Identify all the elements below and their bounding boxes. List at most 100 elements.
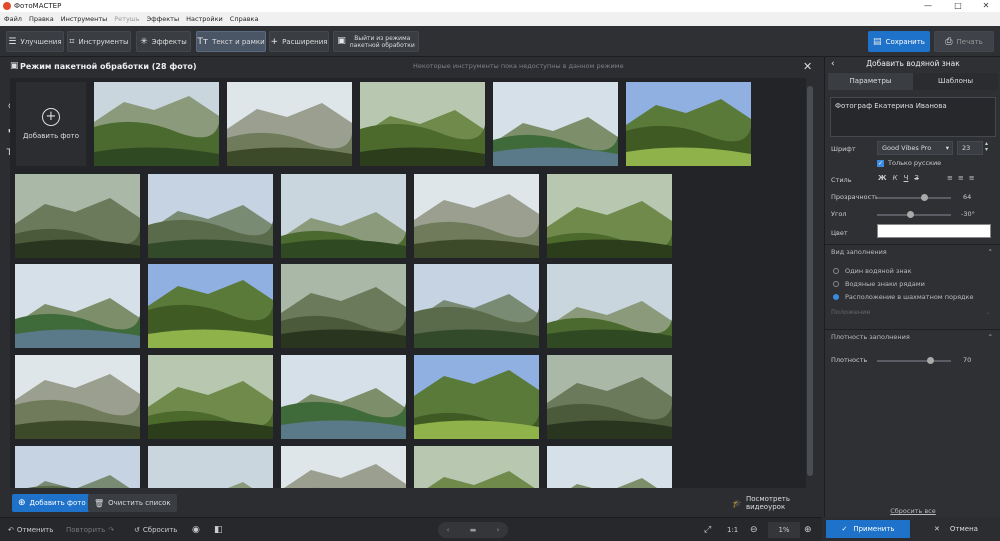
photo-thumbnail[interactable] [493,82,618,166]
size-stepper-icon[interactable]: ▴ ▾ [985,141,988,153]
dropdown-icon: ▾ [945,144,949,152]
batch-notice: Некоторые инструменты пока недоступны в … [413,62,624,70]
app-logo-icon [3,2,11,10]
align-right-icon[interactable]: ≡ [969,174,975,182]
scroll-thumb[interactable] [807,86,813,476]
extensions-tab-button[interactable]: + Расширения [269,31,329,52]
effects-tab-button[interactable]: ✳ Эффекты [136,31,191,52]
angle-slider[interactable] [877,211,951,218]
photo-thumbnail[interactable] [15,355,140,439]
menu-retouch[interactable]: Ретушь [114,15,139,23]
preview-eye-icon[interactable]: ◉ [192,522,200,538]
color-swatch[interactable] [877,224,991,238]
bold-icon[interactable]: Ж [878,174,887,182]
density-section-header[interactable]: Плотность заполнения ⌃ [825,329,1000,344]
photo-thumbnail[interactable] [94,82,219,166]
actual-size-button[interactable]: 1:1 [727,522,738,538]
undo-button[interactable]: ↶ Отменить [8,522,53,538]
next-icon[interactable]: › [497,526,500,534]
close-window-button[interactable]: ✕ [972,0,1000,12]
photo-thumbnail[interactable] [148,264,273,348]
photo-thumbnail[interactable] [626,82,751,166]
only-russian-checkbox[interactable]: ✓ Только русские [877,159,941,167]
photo-thumbnail[interactable] [281,355,406,439]
photo-thumbnail[interactable] [15,446,140,488]
fill-single-radio[interactable]: Один водяной знак [833,267,912,275]
photo-thumbnail[interactable] [15,174,140,258]
back-icon[interactable]: ‹ [831,57,835,71]
photo-thumbnail[interactable] [547,446,672,488]
fit-screen-icon[interactable]: ⤢ [704,522,711,538]
photo-thumbnail[interactable] [360,82,485,166]
fill-rows-radio[interactable]: Водяные знаки рядами [833,280,925,288]
photo-thumbnail[interactable] [547,264,672,348]
photo-thumbnail[interactable] [281,264,406,348]
clear-list-button[interactable]: 🗑 Очистить список [88,494,177,512]
fill-checker-radio[interactable]: Расположение в шахматном порядке [833,293,973,301]
watch-video-button[interactable]: 🎓 Посмотреть видеоурок [726,494,820,512]
folder-icon[interactable]: ▬ [470,526,477,534]
watermark-text-input[interactable]: Фотограф Екатерина Иванова [830,97,996,137]
zoom-value[interactable]: 1% [768,522,800,538]
photo-thumbnail[interactable] [547,174,672,258]
menu-tools[interactable]: Инструменты [61,15,108,23]
strike-icon[interactable]: З [914,174,919,182]
minimize-button[interactable]: — [914,0,942,12]
photo-thumbnail[interactable] [148,355,273,439]
underline-icon[interactable]: Ч [904,174,909,182]
tools-tab-button[interactable]: ⌗ Инструменты [67,31,131,52]
photo-thumbnail[interactable] [547,355,672,439]
font-select[interactable]: Good Vibes Pro ▾ [877,141,953,155]
redo-button[interactable]: Повторить ↷ [66,522,114,538]
exit-batch-button[interactable]: ▣ Выйти из режима пакетной обработки [333,31,419,52]
tab-templates[interactable]: Шаблоны [913,73,998,90]
photo-thumbnail[interactable] [414,174,539,258]
print-button[interactable]: ⎙ Печать [934,31,994,52]
opacity-knob[interactable] [921,194,928,201]
photo-thumbnail[interactable] [414,355,539,439]
photo-thumbnail[interactable] [15,264,140,348]
font-size-field[interactable]: 23 [957,141,983,155]
zoom-out-icon[interactable]: ⊖ [750,522,758,538]
angle-knob[interactable] [907,211,914,218]
menu-edit[interactable]: Правка [29,15,54,23]
photo-thumbnail[interactable] [414,264,539,348]
tab-params[interactable]: Параметры [828,73,913,90]
menu-file[interactable]: Файл [4,15,22,23]
maximize-button[interactable]: □ [944,0,972,12]
photo-thumbnail[interactable] [148,174,273,258]
grid-scrollbar[interactable] [806,78,814,488]
apply-button[interactable]: ✓ Применить [826,520,910,538]
menu-help[interactable]: Справка [230,15,259,23]
photo-thumbnail[interactable] [227,82,352,166]
photo-thumbnail[interactable] [281,174,406,258]
density-knob[interactable] [927,357,934,364]
photo-thumbnail[interactable] [148,446,273,488]
reset-button[interactable]: ↺ Сбросить [134,522,177,538]
compare-icon[interactable]: ◧ [214,522,223,538]
add-photo-button[interactable]: ⊕ Добавить фото [12,494,92,512]
menu-settings[interactable]: Настройки [186,15,223,23]
photo-thumbnail[interactable] [414,446,539,488]
fill-section-header[interactable]: Вид заполнения ⌃ [825,244,1000,259]
cancel-button[interactable]: ✕ Отмена [914,520,998,538]
zoom-in-icon[interactable]: ⊕ [804,522,812,538]
add-circle-icon: ⊕ [18,498,26,508]
reset-icon: ↺ [134,526,140,534]
density-slider[interactable] [877,357,951,364]
improve-tab-button[interactable]: ☰ Улучшения [6,31,64,52]
save-button[interactable]: ▤ Сохранить [868,31,930,52]
radio-selected-icon [833,294,839,300]
add-photo-tile[interactable]: + Добавить фото [16,82,86,166]
align-center-icon[interactable]: ≡ [958,174,964,182]
text-frames-tab-button[interactable]: Tт Текст и рамки [196,31,266,52]
opacity-slider[interactable] [877,194,951,201]
photo-thumbnail[interactable] [281,446,406,488]
panel-tabs: Параметры Шаблоны [828,73,998,90]
close-batch-icon[interactable]: ✕ [803,60,812,73]
prev-icon[interactable]: ‹ [447,526,450,534]
align-left-icon[interactable]: ≡ [947,174,953,182]
menu-effects[interactable]: Эффекты [147,15,180,23]
reset-all-link[interactable]: Сбросить все [825,507,1000,515]
italic-icon[interactable]: К [893,174,898,182]
